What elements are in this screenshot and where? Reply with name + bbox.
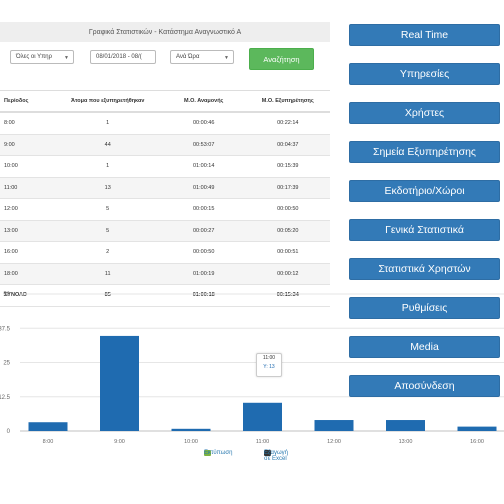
table-cell: 13 [53, 177, 162, 199]
chart-bar[interactable] [386, 420, 425, 431]
table-cell: 00:00:50 [245, 198, 330, 221]
table-cell: 00:15:39 [245, 155, 330, 178]
table-cell: 5 [53, 220, 162, 242]
table-cell: 2 [53, 241, 162, 264]
table-row: 12:00 5 00:00:15 00:00:50 [0, 198, 330, 221]
menu-logout-button[interactable]: Αποσύνδεση [349, 375, 500, 397]
table-cell: 01:00:49 [161, 177, 246, 199]
column-header: Περίοδος [0, 90, 54, 113]
table-cell: 1 [53, 155, 162, 178]
page-title: Γραφικά Στατιστικών - Κατάστημα Αναγνωστ… [0, 22, 330, 42]
table-cell: 13:00 [0, 220, 54, 242]
x-tick-label: 10:00 [184, 439, 198, 445]
table-cell: 11 [53, 263, 162, 285]
x-tick-label: 11:00 [256, 439, 269, 445]
menu-settings-button[interactable]: Ρυθμίσεις [349, 297, 500, 319]
x-tick-label: 16:00 [470, 439, 484, 445]
menu-media-button[interactable]: Media [349, 336, 500, 358]
chart-bar[interactable] [314, 420, 354, 431]
chevron-down-icon: ▼ [224, 55, 229, 61]
x-tick-label: 8:00 [43, 439, 54, 445]
y-tick-label: 50 [3, 292, 10, 298]
menu-users-button[interactable]: Χρήστες [349, 102, 500, 124]
chart-bar[interactable] [28, 422, 68, 431]
table-row: 11:00 13 01:00:49 00:17:39 [0, 177, 330, 199]
table-cell: 9:00 [0, 134, 54, 156]
granularity-select-value: Ανά Ώρα [176, 54, 200, 60]
y-tick-label: 25 [3, 361, 10, 367]
table-cell: 00:00:51 [245, 241, 330, 264]
x-tick-label: 9:00 [114, 439, 125, 445]
table-cell: 12:00 [0, 198, 54, 221]
table-cell: 00:04:37 [245, 134, 330, 156]
granularity-select[interactable]: Ανά Ώρα ▼ [170, 50, 234, 64]
x-tick-label: 13:00 [399, 439, 413, 445]
table-cell: 01:00:19 [161, 263, 246, 285]
table-cell: 00:53:07 [161, 134, 246, 156]
search-button[interactable]: Αναζήτηση [249, 48, 314, 70]
table-cell: 00:00:50 [161, 241, 246, 264]
menu-user-stats-button[interactable]: Στατιστικά Χρηστών [349, 258, 500, 280]
chart-bar[interactable] [100, 335, 139, 431]
y-tick-label: 0 [7, 429, 11, 435]
table-row: 9:00 44 00:53:07 00:04:37 [0, 134, 330, 156]
table-cell: 10:00 [0, 155, 54, 178]
date-range-input[interactable]: 08/01/2018 - 08/( [90, 50, 156, 64]
table-row: 10:00 1 01:00:14 00:15:39 [0, 155, 330, 178]
column-header: Άτομα που εξυπηρετήθηκαν [53, 90, 162, 113]
column-header: Μ.Ο. Εξυπηρέτησης [245, 90, 330, 113]
table-cell: 8:00 [0, 112, 54, 135]
table-cell: 11:00 [0, 177, 54, 199]
table-cell: 01:00:14 [161, 155, 246, 178]
table-cell: 00:05:20 [245, 220, 330, 242]
table-row: 16:00 2 00:00:50 00:00:51 [0, 241, 330, 264]
menu-ticketing-button[interactable]: Εκδοτήριο/Χώροι [349, 180, 500, 202]
table-row: 18:00 11 01:00:19 00:00:12 [0, 263, 330, 285]
menu-general-stats-button[interactable]: Γενικά Στατιστικά [349, 219, 500, 241]
chart-tooltip: 11:00 Y: 13 [256, 353, 282, 377]
tooltip-category: 11:00 [262, 355, 276, 361]
x-tick-label: 12:00 [327, 439, 341, 445]
table-cell: 00:22:14 [245, 112, 330, 135]
table-cell: 00:00:46 [161, 112, 246, 135]
tooltip-value: Y: 13 [263, 364, 275, 370]
export-excel-label: Εξαγωγή σε Excel [264, 450, 289, 462]
chart-actions: Εκτύπωση Εξαγωγή σε Excel [200, 450, 380, 462]
filter-bar: Όλες οι Υπηρ ▼ 08/01/2018 - 08/( Ανά Ώρα… [0, 48, 330, 74]
table-cell: 44 [53, 134, 162, 156]
y-tick-label: 37.5 [0, 326, 11, 332]
date-range-value: 08/01/2018 - 08/( [96, 54, 142, 60]
service-select-value: Όλες οι Υπηρ [16, 54, 52, 60]
table-cell: 5 [53, 198, 162, 221]
table-cell: 1 [53, 112, 162, 135]
chart-bar[interactable] [243, 402, 282, 431]
menu-real-time-button[interactable]: Real Time [349, 24, 500, 46]
table-row: 8:00 1 00:00:46 00:22:14 [0, 112, 330, 135]
statistics-table: Περίοδος Άτομα που εξυπηρετήθηκαν Μ.Ο. Α… [0, 90, 330, 307]
table-cell: 16:00 [0, 241, 54, 264]
table-header-row: Περίοδος Άτομα που εξυπηρετήθηκαν Μ.Ο. Α… [0, 90, 330, 113]
menu-service-points-button[interactable]: Σημεία Εξυπηρέτησης [349, 141, 500, 163]
table-cell: 18:00 [0, 263, 54, 285]
chevron-down-icon: ▼ [64, 55, 69, 61]
menu-services-button[interactable]: Υπηρεσίες [349, 63, 500, 85]
chart-bar[interactable] [171, 428, 211, 431]
table-cell: 00:00:12 [245, 263, 330, 285]
service-select[interactable]: Όλες οι Υπηρ ▼ [10, 50, 74, 64]
table-cell: 00:00:27 [161, 220, 246, 242]
table-row: 13:00 5 00:00:27 00:05:20 [0, 220, 330, 242]
column-header: Μ.Ο. Αναμονής [161, 90, 246, 113]
table-cell: 00:00:15 [161, 198, 246, 221]
y-tick-label: 12.5 [0, 395, 11, 401]
table-cell: 00:17:39 [245, 177, 330, 199]
chart-bar[interactable] [457, 426, 497, 431]
print-label: Εκτύπωση [204, 450, 233, 456]
